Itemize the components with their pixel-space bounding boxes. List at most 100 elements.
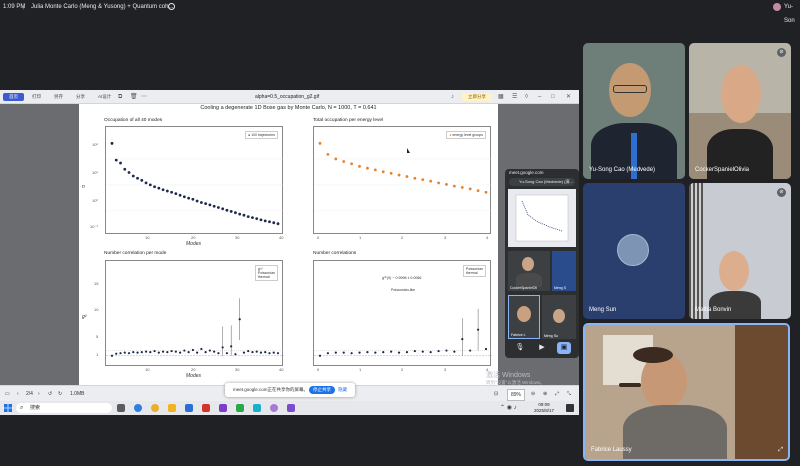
p4-xtick: 0 [317, 367, 320, 372]
data-point [452, 184, 456, 188]
avatar[interactable] [773, 3, 781, 11]
data-point [342, 351, 345, 354]
data-point [350, 162, 354, 166]
p1-xtick: 20 [191, 235, 196, 240]
save-as-tool[interactable]: 另存 [54, 93, 63, 101]
data-point [358, 164, 361, 168]
zoom-in-icon[interactable]: ⊕ [543, 389, 547, 399]
clock-date: 2025/8/17 [534, 408, 555, 413]
clock: 1:09 PM [3, 4, 26, 10]
p4-xtick: 2 [401, 367, 404, 372]
more-icon[interactable]: ⋯ [141, 93, 147, 101]
expand-icon[interactable]: ⤡ [567, 389, 571, 399]
thumbnail-icon[interactable]: ▭ [5, 389, 10, 399]
data-point [326, 352, 330, 355]
data-point [144, 181, 148, 185]
data-point [461, 337, 464, 341]
app-icon[interactable] [185, 404, 193, 412]
zoom-out-icon[interactable]: ⊖ [531, 389, 535, 399]
user-name: Yu-Son [784, 4, 795, 24]
menu-icon[interactable]: ☰ [512, 93, 517, 101]
bell-icon[interactable]: ♪ [451, 93, 454, 101]
present-icon[interactable]: ▣ [557, 342, 571, 354]
data-point [110, 354, 114, 357]
rotate-right-icon[interactable]: ↻ [58, 389, 62, 399]
data-point [230, 345, 233, 348]
mic-icon[interactable]: 🎙 [513, 342, 527, 354]
data-point [131, 174, 135, 178]
edge-icon[interactable] [134, 404, 142, 412]
data-point [234, 211, 237, 215]
explorer-icon[interactable] [168, 404, 176, 412]
delete-icon[interactable]: 🗑 [130, 93, 138, 101]
rotate-left-icon[interactable]: ↺ [48, 389, 52, 399]
task-view-icon[interactable] [117, 404, 125, 412]
data-point [350, 352, 353, 355]
taskbar-clock[interactable]: 09:09 2025/8/17 [534, 402, 554, 414]
data-point [140, 178, 144, 182]
presenter-chip[interactable]: Yu-Song Cao (Medvede) (演... [509, 178, 575, 186]
pin-icon[interactable]: ◊ [525, 93, 528, 101]
data-point [213, 350, 216, 353]
panel-2-legend-label: energy level groups [452, 133, 483, 137]
app-icon[interactable] [253, 404, 261, 412]
app-icon[interactable] [236, 404, 244, 412]
participant-tile[interactable]: Yu-Song Cao (Medvede) [583, 43, 685, 179]
share-tool[interactable]: 分享 [76, 93, 85, 101]
panel-4-axes: Poissonian thermal g⁽²⁾(0) ~ 0.9998 ± 0.… [313, 260, 492, 366]
fit-icon[interactable]: ⊡ [494, 389, 498, 399]
tray-icons[interactable]: ⌃ ◉ ♪ [500, 404, 517, 412]
app-icon[interactable] [202, 404, 210, 412]
app-icon[interactable] [219, 404, 227, 412]
fullscreen-icon[interactable]: ⤢ [555, 389, 559, 399]
data-point [114, 158, 118, 162]
info-icon[interactable] [168, 3, 175, 10]
camera-icon[interactable]: ▶ [535, 342, 549, 354]
windows-start-icon[interactable] [4, 404, 12, 412]
data-point [255, 350, 258, 353]
grid-icon[interactable]: ▦ [498, 93, 504, 101]
shared-screen: 首页 打印 另存 分享 AI设计 ⧉ 🗑 ⋯ alpha=0.5_occupat… [0, 90, 579, 401]
data-point [276, 352, 280, 355]
data-point [153, 349, 156, 353]
share-now-button[interactable]: 立即分享 [462, 93, 492, 101]
prev-page-icon[interactable]: ‹ [17, 389, 19, 399]
hide-button[interactable]: 隐藏 [338, 383, 347, 397]
panel-3-title: Number correlation per mode [104, 251, 167, 256]
data-point [373, 168, 377, 172]
ai-design-tool[interactable]: AI设计 [98, 93, 111, 101]
stop-sharing-button[interactable]: 停止共享 [309, 386, 335, 394]
data-point [374, 351, 377, 354]
taskbar-search-input[interactable]: ⌕ 搜索 [16, 403, 112, 413]
participant-name: CockerSpanielOlivia [695, 167, 750, 173]
data-point [221, 346, 224, 349]
chrome-icon[interactable] [151, 404, 159, 412]
data-point [469, 349, 472, 352]
expand-icon[interactable]: ⤢ [778, 447, 783, 454]
app-icon[interactable] [287, 404, 295, 412]
data-point [268, 352, 271, 355]
data-point [187, 196, 191, 200]
participant-tile[interactable]: ⊘ CockerSpanielOlivia [689, 43, 791, 179]
data-point [165, 189, 169, 193]
next-page-icon[interactable]: › [38, 389, 40, 399]
participant-tile-active-speaker[interactable]: Fabrice Laussy ⤢ [583, 323, 790, 461]
maximize-icon[interactable]: □ [551, 93, 555, 101]
close-icon[interactable]: ✕ [566, 93, 571, 101]
p3-ytick: 15 [94, 281, 99, 286]
notification-icon[interactable] [566, 404, 574, 412]
participant-name: Meng Sun [589, 307, 617, 313]
participant-tile[interactable]: ⊘ Mattia Bonvin [689, 183, 791, 319]
app-icon[interactable] [270, 404, 278, 412]
minimize-icon[interactable]: – [538, 93, 541, 101]
p1-ytick: 10⁰ [92, 198, 99, 203]
zoom-select[interactable]: 89% [507, 389, 526, 401]
participant-tile[interactable]: Meng Sun [583, 183, 685, 319]
image-viewer-toolbar: 首页 打印 另存 分享 AI设计 ⧉ 🗑 ⋯ alpha=0.5_occupat… [0, 90, 579, 104]
data-point [166, 351, 169, 354]
copy-icon[interactable]: ⧉ [118, 93, 122, 101]
data-point [229, 210, 233, 213]
home-tab[interactable]: 首页 [3, 93, 24, 101]
print-tool[interactable]: 打印 [32, 93, 41, 101]
panel-2-plot [314, 141, 492, 238]
